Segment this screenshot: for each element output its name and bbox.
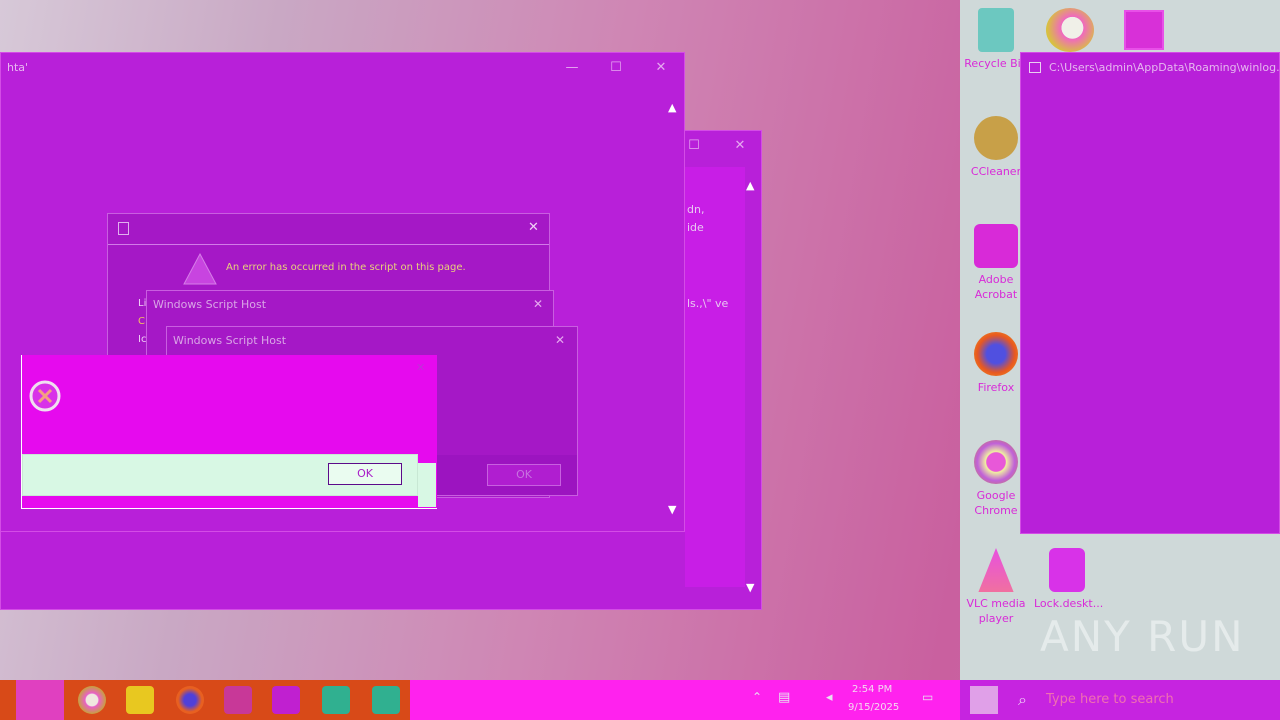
text-line: dn, (687, 203, 705, 216)
text-line: ls.,\" ve (687, 297, 729, 310)
error-box: ✕ OK (21, 355, 437, 509)
scroll-up-button[interactable]: ▲ (746, 179, 754, 192)
scroll-down-button[interactable]: ▼ (746, 581, 754, 594)
hta-window-taskbar-icon[interactable] (322, 686, 350, 714)
edge-icon[interactable] (1046, 8, 1094, 52)
word-icon[interactable] (1124, 10, 1164, 50)
desktop-icon-label: Firefox (977, 381, 1015, 394)
maximize-button[interactable]: ☐ (593, 53, 639, 83)
media-icon[interactable] (272, 686, 300, 714)
ccleaner-icon (974, 116, 1018, 160)
text-line: ide (687, 221, 704, 234)
firefox-taskbar-icon[interactable] (176, 686, 204, 714)
clock-time[interactable]: 2:54 PM (852, 684, 892, 695)
window-title: C:\Users\admin\AppData\Roaming\winlog... (1049, 61, 1280, 74)
dialog-title: Windows Script Host (153, 298, 267, 311)
error-message: An error has occurred in the script on t… (226, 262, 466, 273)
desktop-icon-label: Recycle Bin (964, 57, 1028, 70)
firefox-icon (974, 332, 1018, 376)
script-taskbar-icon[interactable] (372, 686, 400, 714)
recycle-bin-icon (978, 8, 1014, 52)
dialog-title: Windows Script Host (173, 334, 287, 347)
close-button[interactable]: ✕ (638, 53, 684, 83)
desktop-icon-vlc[interactable]: VLC media player (963, 548, 1029, 626)
error-icon (29, 380, 61, 412)
desktop-icon-label: Lock.deskt... (1034, 597, 1104, 610)
minimize-button[interactable]: — (549, 53, 595, 83)
right-window: C:\Users\admin\AppData\Roaming\winlog... (1020, 52, 1280, 534)
scroll-up-button[interactable]: ▲ (668, 101, 676, 114)
error-box-footer-extra (418, 463, 436, 507)
acrobat-icon (974, 224, 1018, 268)
file-explorer-icon[interactable] (126, 686, 154, 714)
ok-button[interactable]: OK (487, 464, 561, 486)
watermark: ANY RUN (1040, 612, 1245, 661)
desktop-icon-label: VLC media player (966, 597, 1026, 625)
search-icon[interactable]: ⌕ (1018, 690, 1027, 710)
file-icon (1049, 548, 1085, 592)
winrar-icon[interactable] (224, 686, 252, 714)
close-button[interactable]: ✕ (555, 333, 565, 347)
chrome-icon (974, 440, 1018, 484)
document-icon (118, 222, 129, 235)
scroll-down-button[interactable]: ▼ (668, 503, 676, 516)
close-button[interactable]: ✕ (533, 297, 543, 311)
search-input[interactable]: Type here to search (1046, 692, 1174, 707)
close-button[interactable]: ✕ (416, 361, 425, 374)
vlc-icon (978, 548, 1014, 592)
clock-date[interactable]: 9/15/2025 (848, 702, 899, 713)
network-icon[interactable]: ▤ (778, 690, 790, 705)
fragment-text: C (138, 316, 145, 327)
tray-chevron-icon[interactable]: ⌃ (752, 690, 762, 704)
dialog-separator (108, 244, 549, 245)
desktop-icon-lock-file[interactable]: Lock.deskt... (1034, 548, 1104, 611)
desktop-icon-label: Adobe Acrobat (974, 273, 1018, 301)
warning-icon (183, 252, 217, 285)
edge-taskbar-icon[interactable] (78, 686, 106, 714)
desktop-icon-label: Google Chrome (974, 489, 1018, 517)
close-button[interactable]: ✕ (717, 131, 763, 161)
ok-button[interactable]: OK (328, 463, 402, 485)
app-icon (1029, 62, 1041, 73)
desktop-icon-label: CCleaner (970, 165, 1022, 178)
windows-start-icon[interactable] (970, 686, 998, 714)
close-button[interactable]: ✕ (528, 220, 539, 235)
volume-icon[interactable]: ◂ (826, 690, 833, 705)
start-button[interactable] (16, 680, 64, 720)
notification-icon[interactable]: ▭ (922, 690, 933, 704)
